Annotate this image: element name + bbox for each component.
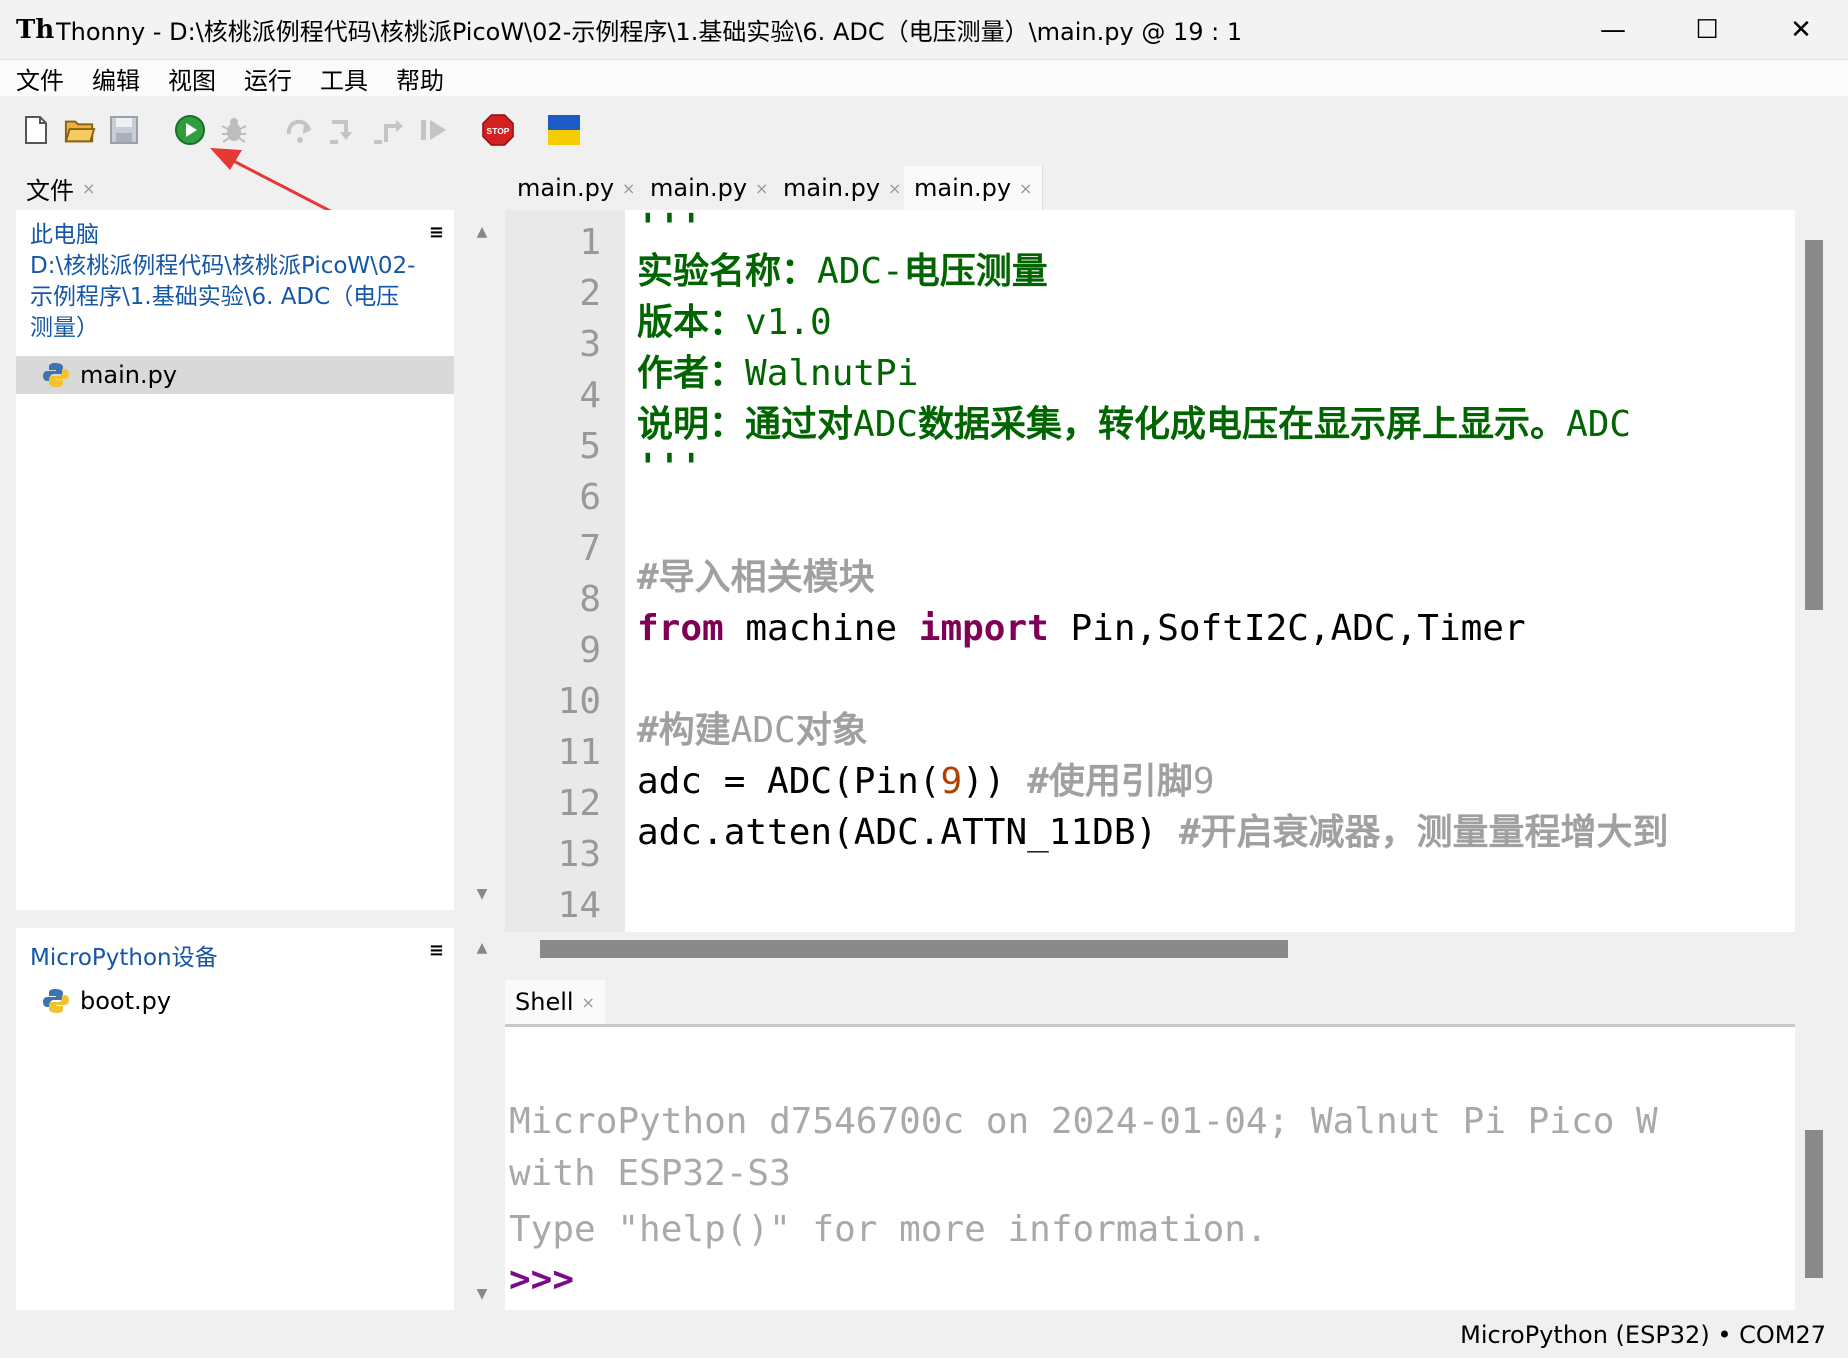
resume-icon[interactable]	[418, 114, 450, 146]
stop-icon-label: STOP	[487, 126, 510, 136]
line-number: 13	[557, 834, 601, 875]
code-line-12: adc = ADC(Pin(9)) #使用引脚9	[637, 761, 1215, 802]
device-title[interactable]: MicroPython设备	[30, 938, 218, 972]
close-icon[interactable]: ×	[1019, 179, 1032, 198]
files-panel-tab[interactable]: 文件 ×	[16, 168, 106, 208]
close-icon[interactable]: ×	[622, 179, 635, 198]
annotation-arrow	[210, 148, 341, 218]
tab-label: main.py	[517, 174, 615, 202]
tab-label: main.py	[914, 174, 1012, 202]
menu-tools[interactable]: 工具	[320, 61, 368, 96]
minimize-button[interactable]: —	[1566, 0, 1660, 60]
new-file-icon[interactable]	[20, 114, 52, 146]
editor-tab-4-active[interactable]: main.py ×	[904, 166, 1044, 210]
menu-help[interactable]: 帮助	[396, 61, 444, 96]
code-line-5: 说明：通过对ADC数据采集，转化成电压在显示屏上显示。ADC	[637, 404, 1632, 445]
close-icon[interactable]: ×	[888, 179, 901, 198]
title-bar: Th Thonny - D:\核桃派例程代码\核桃派PicoW\02-示例程序\…	[0, 0, 1848, 60]
window-title: Thonny - D:\核桃派例程代码\核桃派PicoW\02-示例程序\1.基…	[56, 18, 1243, 46]
directory-path[interactable]: 此电脑 D:\核桃派例程代码\核桃派PicoW\02-示例程序\1.基础实验\6…	[30, 220, 420, 344]
file-name: main.py	[80, 361, 178, 389]
menu-icon[interactable]: ≡	[429, 940, 444, 961]
tab-label: main.py	[783, 174, 881, 202]
line-number: 11	[557, 732, 601, 773]
code-line-8: #导入相关模块	[637, 557, 875, 598]
menu-bar: 文件 编辑 视图 运行 工具 帮助	[0, 60, 1848, 96]
shell-tab-label: Shell	[515, 988, 574, 1016]
scroll-up-arrow[interactable]: ▲	[470, 940, 494, 956]
file-name: boot.py	[80, 987, 172, 1015]
close-icon[interactable]: ×	[755, 179, 768, 198]
editor-tab-1[interactable]: main.py ×	[507, 168, 647, 208]
menu-run[interactable]: 运行	[244, 61, 292, 96]
computer-link[interactable]: 此电脑	[30, 220, 420, 251]
scroll-up-arrow[interactable]: ▲	[470, 224, 494, 240]
shell-tab[interactable]: Shell ×	[505, 980, 605, 1024]
scroll-down-arrow[interactable]: ▼	[470, 886, 494, 902]
code-line-6: '''	[637, 447, 703, 488]
code-line-9: from machine import Pin,SoftI2C,ADC,Time…	[637, 608, 1526, 649]
line-number: 14	[557, 885, 601, 926]
editor-vertical-scrollbar[interactable]	[1805, 240, 1823, 610]
shell-output-line: MicroPython d7546700c on 2024-01-04; Wal…	[509, 1101, 1658, 1142]
folder-path-link[interactable]: D:\核桃派例程代码\核桃派PicoW\02-示例程序\1.基础实验\6. AD…	[30, 251, 420, 344]
stop-icon[interactable]: STOP	[482, 114, 514, 146]
shell-console[interactable]: MicroPython d7546700c on 2024-01-04; Wal…	[505, 1024, 1795, 1310]
menu-file[interactable]: 文件	[16, 61, 64, 96]
code-area[interactable]: ''' 实验名称：ADC-电压测量 版本：v1.0 作者：WalnutPi 说明…	[631, 210, 1795, 932]
shell-output-line: Type "help()" for more information.	[509, 1209, 1268, 1250]
file-item-main-py[interactable]: main.py	[16, 356, 454, 394]
line-number: 6	[579, 477, 601, 518]
line-number: 5	[579, 426, 601, 467]
line-number: 9	[579, 630, 601, 671]
file-item-boot-py[interactable]: boot.py	[16, 982, 454, 1020]
code-line-11: #构建ADC对象	[637, 710, 868, 751]
close-icon[interactable]: ×	[582, 993, 595, 1012]
thonny-logo-icon: Th	[16, 14, 55, 45]
line-number: 7	[579, 528, 601, 569]
python-file-icon	[43, 989, 69, 1013]
maximize-button[interactable]: ☐	[1660, 0, 1754, 60]
step-out-icon[interactable]	[372, 114, 404, 146]
close-icon[interactable]: ×	[82, 179, 95, 198]
code-line-3: 版本：v1.0	[637, 302, 832, 343]
line-number: 1	[579, 222, 601, 263]
save-icon[interactable]	[108, 114, 140, 146]
micropython-device-panel: MicroPython设备 ≡ boot.py ▲ ▼	[16, 928, 487, 1310]
code-line-13: adc.atten(ADC.ATTN_11DB) #开启衰减器，测量量程增大到	[637, 812, 1669, 853]
menu-edit[interactable]: 编辑	[92, 61, 140, 96]
line-number: 3	[579, 324, 601, 365]
line-number: 8	[579, 579, 601, 620]
shell-vertical-scrollbar[interactable]	[1805, 1130, 1823, 1278]
line-number: 10	[557, 681, 601, 722]
menu-icon[interactable]: ≡	[429, 222, 444, 243]
code-line-2: 实验名称：ADC-电压测量	[637, 251, 1048, 292]
python-file-icon	[43, 363, 69, 387]
shell-output-line: with ESP32-S3	[509, 1153, 791, 1194]
close-button[interactable]: ✕	[1754, 0, 1848, 60]
tab-label: main.py	[650, 174, 748, 202]
editor-tab-3[interactable]: main.py ×	[773, 168, 913, 208]
line-number-gutter: 1 2 3 4 5 6 7 8 9 10 11 12 13 14	[505, 210, 625, 932]
ukraine-flag-icon[interactable]	[548, 114, 580, 146]
files-panel: ≡ 此电脑 D:\核桃派例程代码\核桃派PicoW\02-示例程序\1.基础实验…	[16, 210, 487, 910]
line-number: 4	[579, 375, 601, 416]
shell-prompt[interactable]: >>>	[509, 1259, 574, 1300]
window-controls: — ☐ ✕	[1566, 0, 1848, 60]
interpreter-status[interactable]: MicroPython (ESP32) • COM27	[1460, 1321, 1826, 1349]
code-editor[interactable]: 1 2 3 4 5 6 7 8 9 10 11 12 13 14 ''' 实验名…	[505, 210, 1795, 932]
files-tab-label: 文件	[26, 176, 74, 205]
open-file-icon[interactable]	[64, 114, 96, 146]
scroll-down-arrow[interactable]: ▼	[470, 1286, 494, 1302]
line-number: 12	[557, 783, 601, 824]
line-number: 2	[579, 273, 601, 314]
editor-horizontal-scrollbar[interactable]	[540, 940, 1288, 958]
code-line-4: 作者：WalnutPi	[637, 353, 919, 394]
editor-tab-2[interactable]: main.py ×	[640, 168, 780, 208]
status-bar: MicroPython (ESP32) • COM27	[0, 1312, 1848, 1358]
menu-view[interactable]: 视图	[168, 61, 216, 96]
